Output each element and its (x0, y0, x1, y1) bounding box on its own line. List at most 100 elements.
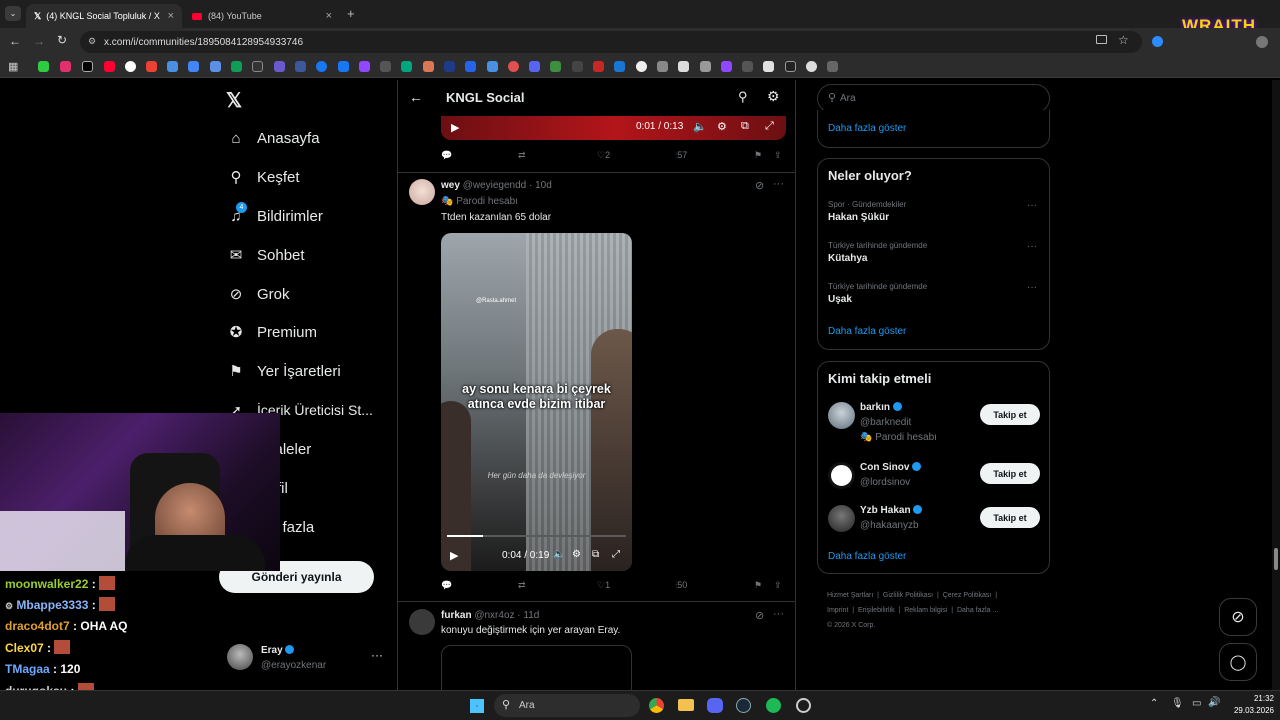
footer-link[interactable]: Daha fazla ... (957, 607, 998, 614)
bookmark-icon[interactable] (188, 61, 199, 72)
scrollbar-thumb[interactable] (1274, 548, 1278, 570)
reload-icon[interactable]: ↻ (57, 33, 67, 47)
trend-title[interactable]: Hakan Şükür (828, 212, 889, 223)
volume-icon[interactable]: 🔊 (1208, 697, 1220, 708)
video-player[interactable]: @Rasta.ahmet ay sonu kenara bi çeyrek at… (441, 233, 632, 571)
avatar[interactable] (409, 179, 435, 205)
like-button[interactable]: ♡ 1 (597, 580, 610, 591)
bookmark-icon[interactable] (465, 61, 476, 72)
follow-button[interactable]: Takip et (980, 404, 1040, 425)
trend-title[interactable]: Kütahya (828, 253, 867, 264)
tweet-age[interactable]: · 11d (517, 610, 539, 621)
windows-start-icon[interactable] (470, 699, 484, 713)
footer-link[interactable]: Reklam bilgisi (904, 607, 947, 614)
user-name[interactable]: Yzb Hakan (860, 505, 923, 516)
bookmark-icon[interactable] (487, 61, 498, 72)
apps-grid-icon[interactable]: ▦ (8, 60, 18, 73)
bookmark-icon[interactable] (742, 61, 753, 72)
retweet-icon[interactable]: ⇄ (518, 580, 526, 591)
nav-notifications[interactable]: ♫ 4 Bildirimler (227, 202, 323, 228)
bookmark-icon[interactable] (104, 61, 115, 72)
bookmark-icon[interactable] (785, 61, 796, 72)
bookmark-icon[interactable] (444, 61, 455, 72)
follow-button[interactable]: Takip et (980, 507, 1040, 528)
settings-gear-icon[interactable]: ⚙ (767, 88, 780, 105)
more-dots-icon[interactable]: ··· (773, 608, 784, 620)
bookmark-icon[interactable] (423, 61, 434, 72)
bookmark-icon[interactable] (614, 61, 625, 72)
extension-icon[interactable] (1152, 36, 1163, 47)
tab-kngl-social[interactable]: 𝕏 (4) KNGL Social Topluluk / X × (26, 4, 182, 28)
bookmark-icon[interactable]: ⚑ (754, 580, 762, 591)
bookmark-icon[interactable] (657, 61, 668, 72)
clock[interactable]: 21:32 29.03.2026 (1226, 693, 1274, 717)
bookmark-icon[interactable] (210, 61, 221, 72)
bookmark-icon[interactable] (827, 61, 838, 72)
bookmark-icon[interactable] (231, 61, 242, 72)
display-icon[interactable]: ▭ (1192, 698, 1201, 709)
microphone-icon[interactable]: 🎙 (1171, 698, 1184, 709)
tab-list-menu-icon[interactable]: ⌄ (5, 6, 21, 21)
more-dots-icon[interactable]: ··· (1027, 200, 1037, 211)
tab-youtube[interactable]: (84) YouTube × (184, 4, 340, 28)
pip-icon[interactable]: ⧉ (741, 120, 749, 133)
install-icon[interactable] (1096, 35, 1107, 44)
bookmark-icon[interactable] (146, 61, 157, 72)
views-count[interactable]: ⫶ 50 (675, 580, 687, 591)
bookmark-icon[interactable] (125, 61, 136, 72)
user-name[interactable]: Con Sinov (860, 462, 922, 473)
grok-icon[interactable]: ⊘ (755, 179, 764, 192)
show-more-link[interactable]: Daha fazla göster (828, 326, 906, 337)
like-button[interactable]: ♡ 2 (597, 150, 610, 161)
new-tab-button[interactable]: + (347, 6, 355, 21)
bookmark-icon[interactable] (167, 61, 178, 72)
footer-link[interactable]: Çerez Politikası (943, 592, 992, 599)
messages-float-button[interactable]: ◯ (1219, 643, 1257, 681)
show-more-link[interactable]: Daha fazla göster (828, 551, 906, 562)
retweet-icon[interactable]: ⇄ (518, 150, 526, 161)
bookmark-star-icon[interactable]: ☆ (1118, 33, 1129, 47)
bookmark-icon[interactable] (700, 61, 711, 72)
bookmark-icon[interactable] (316, 61, 327, 72)
discord-icon[interactable] (707, 698, 723, 713)
close-tab-icon[interactable]: × (326, 10, 332, 22)
back-icon[interactable]: ← (9, 34, 21, 48)
steam-icon[interactable] (736, 698, 751, 713)
bookmark-icon[interactable] (274, 61, 285, 72)
avatar[interactable] (828, 402, 855, 429)
video-player[interactable]: ▶ 0:01 / 0:13 🔈 ⚙ ⧉ ⤢ (441, 116, 786, 140)
bookmark-icon[interactable] (380, 61, 391, 72)
forward-icon[interactable]: → (33, 34, 45, 48)
volume-icon[interactable]: 🔈 (693, 120, 707, 133)
chrome-icon[interactable] (649, 698, 664, 713)
avatar[interactable] (828, 462, 855, 489)
bookmark-icon[interactable] (401, 61, 412, 72)
bookmark-icon[interactable] (508, 61, 519, 72)
grok-float-button[interactable]: ⊘ (1219, 598, 1257, 636)
bookmark-icon[interactable] (82, 61, 93, 72)
footer-link[interactable]: Hizmet Şartları (827, 592, 873, 599)
more-dots-icon[interactable]: ··· (1027, 282, 1037, 293)
tweet-author[interactable]: furkan (441, 610, 472, 621)
tweet-author[interactable]: wey (441, 180, 460, 191)
bookmark-icon[interactable] (721, 61, 732, 72)
bookmark-icon[interactable] (295, 61, 306, 72)
views-count[interactable]: ⫶ 57 (675, 150, 687, 161)
bookmark-icon[interactable] (593, 61, 604, 72)
nav-grok[interactable]: ⊘ Grok (227, 282, 290, 306)
profile-icon[interactable] (1256, 36, 1268, 48)
fullscreen-icon[interactable]: ⤢ (612, 549, 620, 560)
avatar[interactable] (409, 609, 435, 635)
volume-icon[interactable]: 🔈 (553, 549, 565, 560)
footer-link[interactable]: Gizlilik Politikası (883, 592, 933, 599)
bookmark-icon[interactable] (636, 61, 647, 72)
close-tab-icon[interactable]: × (168, 10, 174, 22)
grok-icon[interactable]: ⊘ (755, 609, 764, 622)
nav-bookmarks[interactable]: ⚑ Yer İşaretleri (227, 359, 340, 383)
follow-button[interactable]: Takip et (980, 463, 1040, 484)
bookmark-icon[interactable] (763, 61, 774, 72)
play-icon[interactable]: ▶ (451, 121, 459, 134)
settings-icon[interactable]: ⚙ (572, 549, 581, 560)
account-switcher[interactable]: Eray @erayozkenar ··· (227, 643, 387, 673)
nav-premium[interactable]: ✪ Premium (227, 320, 317, 344)
